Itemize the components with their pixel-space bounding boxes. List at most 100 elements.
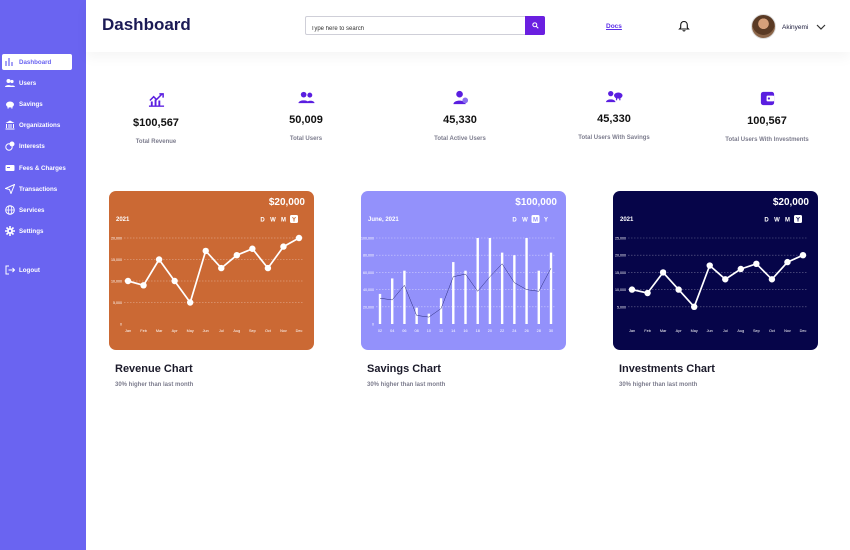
stat-total-active-users: 45,330 Total Active Users [405,89,515,143]
chart-x-tick-label: Apr [172,329,179,333]
username[interactable]: Akinyemi [782,24,808,31]
sidebar-item-label: Users [19,79,37,87]
chart-x-tick-label: Jun [707,329,713,333]
users-icon [5,79,15,87]
chart-amount: $20,000 [773,197,810,208]
stat-value: 100,567 [747,115,787,127]
sidebar-item-settings[interactable]: Settings [2,223,72,239]
chart-x-tick-label: 20 [488,329,492,333]
chart-bar [488,238,492,324]
chart-toggle-m[interactable]: M [785,218,790,224]
chevron-down-icon[interactable] [816,23,826,31]
chart-toggle-y[interactable]: Y [796,218,800,224]
chart-data-point [155,256,163,263]
chart-y-tick-label: 60,000 [363,271,374,275]
chart-y-tick-label: 15,000 [615,271,626,275]
chart-data-point [753,260,760,267]
chart-data-point [280,243,287,250]
chart-data-point [218,264,225,272]
chart-x-tick-label: Oct [265,329,272,333]
chart-data-point [768,276,776,283]
chart-data-point [690,303,698,310]
chart-toggle-w[interactable]: W [270,218,276,224]
chart-data-point [140,282,147,289]
chart-y-tick-label: 20,000 [111,237,122,241]
sidebar-item-savings[interactable]: Savings [2,96,72,112]
chart-bar [525,238,528,324]
sidebar-item-label: Transactions [19,185,58,193]
sidebar-item-services[interactable]: Services [2,202,72,218]
chart-toggle-w[interactable]: W [774,218,780,224]
sidebar-item-transactions[interactable]: Transactions [2,181,72,197]
savings-chart-subtitle: 30% higher than last month [367,382,446,388]
chart-y-tick-label: 25,000 [615,237,626,241]
gear-icon [5,226,15,236]
chart-toggle-w[interactable]: W [522,218,528,224]
chart-x-tick-label: Nov [280,329,287,333]
chart-x-tick-label: Sep [249,329,256,333]
bell-icon[interactable] [678,20,690,32]
chart-toggle-y[interactable]: Y [544,218,548,224]
chart-x-tick-label: Aug [233,329,240,333]
sidebar-item-label: Fees & Charges [19,164,66,172]
chart-data-point [799,252,807,259]
chart-data-point [659,269,667,276]
revenue-chart-subtitle: 30% higher than last month [115,382,194,388]
search-icon [531,22,539,29]
sidebar-item-organizations[interactable]: Organizations [2,117,72,133]
chart-x-tick-label: 10 [427,329,431,333]
chart-x-tick-label: 08 [415,329,419,333]
chart-toggle-d[interactable]: D [512,218,517,224]
chart-bar [403,270,406,324]
sidebar-item-users[interactable]: Users [2,75,72,91]
sidebar-item-logout[interactable]: Logout [2,262,72,278]
avatar[interactable] [751,14,776,39]
chart-x-tick-label: Oct [769,329,776,333]
chart-period: June, 2021 [368,217,399,223]
chart-toggle-m[interactable]: M [281,218,286,224]
chart-x-tick-label: 04 [390,329,394,333]
chart-x-tick-label: May [691,329,698,333]
sidebar-item-fees-charges[interactable]: Fees & Charges [2,160,72,176]
sidebar: Dashboard Users Savings Organizations In… [0,0,86,550]
chart-x-tick-label: Mar [156,329,163,333]
chart-bar [415,307,418,324]
search-button[interactable] [525,16,545,35]
chart-bar [476,238,479,324]
chart-y-tick-label: 5,000 [113,301,122,305]
chart-x-tick-label: 14 [451,329,455,333]
chart-x-tick-label: Dec [296,329,303,333]
sidebar-item-interests[interactable]: Interests [2,138,72,154]
stat-total-users: 50,009 Total Users [251,89,361,143]
chart-data-point [264,264,272,272]
sidebar-item-dashboard[interactable]: Dashboard [2,54,72,70]
docs-link[interactable]: Docs [606,23,622,30]
chart-y-tick-label: 15,000 [111,258,122,262]
chart-x-tick-label: 28 [537,329,541,333]
globe-icon [5,205,15,215]
chart-x-tick-label: Jul [723,329,728,333]
chart-bar [464,270,467,324]
user-savings-icon [605,91,623,103]
chart-x-tick-label: Apr [676,329,683,333]
chart-x-tick-label: Mar [660,329,667,333]
chart-data-point [295,234,303,242]
chart-background [109,191,314,350]
chart-data-point [628,286,636,293]
chart-data-point [644,289,651,297]
chart-bar [549,252,553,324]
chart-x-tick-label: 06 [402,329,406,333]
chart-toggle-d[interactable]: D [764,218,769,224]
search-input[interactable] [306,20,518,38]
chart-x-tick-label: Jan [629,329,635,333]
send-icon [5,184,15,194]
chart-toggle-d[interactable]: D [260,218,265,224]
search-bar [305,16,545,38]
chart-y-tick-label: 0 [120,323,122,327]
revenue-chart: $20,000 2021 D W M Y 0 5,000 10,000 15,000 20,000 J… [109,191,314,350]
bank-icon [5,120,15,130]
chart-toggle-m[interactable]: M [533,218,538,224]
chart-data-point [202,247,209,255]
chart-toggle-y[interactable]: Y [292,218,296,224]
chart-x-tick-label: 26 [524,329,528,333]
